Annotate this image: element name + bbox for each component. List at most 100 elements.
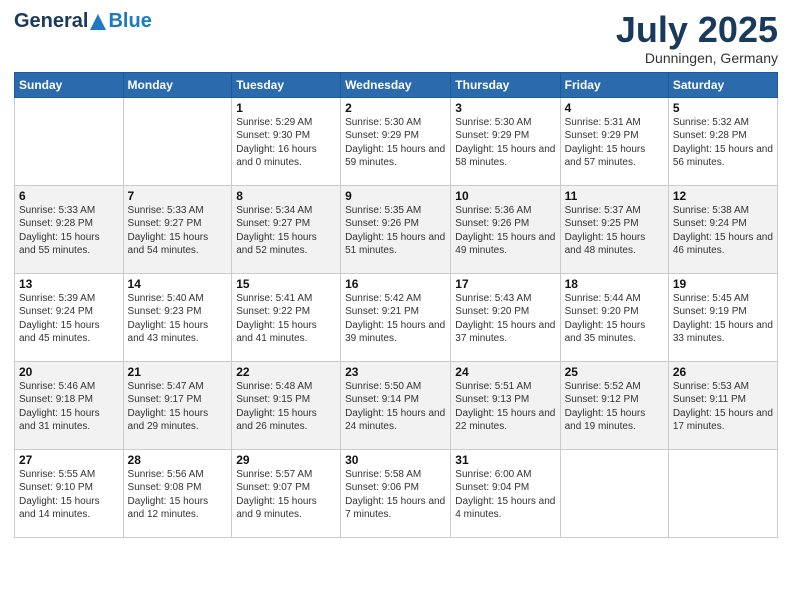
calendar-table: SundayMondayTuesdayWednesdayThursdayFrid… bbox=[14, 72, 778, 538]
day-number: 11 bbox=[565, 189, 664, 203]
logo: General Blue bbox=[14, 10, 152, 33]
calendar-cell: 6 Sunrise: 5:33 AMSunset: 9:28 PMDaylight… bbox=[15, 185, 124, 273]
calendar-cell: 16 Sunrise: 5:42 AMSunset: 9:21 PMDayligh… bbox=[341, 273, 451, 361]
calendar-cell: 7 Sunrise: 5:33 AMSunset: 9:27 PMDaylight… bbox=[123, 185, 232, 273]
day-info: Sunrise: 5:37 AMSunset: 9:25 PMDaylight:… bbox=[565, 205, 646, 257]
calendar-cell: 20 Sunrise: 5:46 AMSunset: 9:18 PMDayligh… bbox=[15, 361, 124, 449]
day-info: Sunrise: 5:29 AMSunset: 9:30 PMDaylight:… bbox=[236, 117, 317, 169]
calendar-cell: 10 Sunrise: 5:36 AMSunset: 9:26 PMDayligh… bbox=[451, 185, 560, 273]
calendar-cell: 24Sunrise: 5:51 AMSunset: 9:13 PMDayligh… bbox=[451, 361, 560, 449]
weekday-header-sunday: Sunday bbox=[15, 72, 124, 97]
day-info: Sunrise: 5:46 AMSunset: 9:18 PMDaylight:… bbox=[19, 381, 100, 433]
calendar-cell bbox=[15, 97, 124, 185]
page: General Blue July 2025 Dunningen, German… bbox=[0, 0, 792, 612]
calendar-cell: 26Sunrise: 5:53 AMSunset: 9:11 PMDayligh… bbox=[668, 361, 777, 449]
day-info: Sunrise: 5:30 AMSunset: 9:29 PMDaylight:… bbox=[345, 117, 445, 169]
day-number: 18 bbox=[565, 277, 664, 291]
day-info: Sunrise: 5:33 AMSunset: 9:28 PMDaylight:… bbox=[19, 205, 100, 257]
day-info: Sunrise: 5:55 AMSunset: 9:10 PMDaylight:… bbox=[19, 469, 100, 521]
day-number: 19 bbox=[673, 277, 773, 291]
logo-general: General bbox=[14, 10, 88, 33]
day-info: Sunrise: 5:33 AMSunset: 9:27 PMDaylight:… bbox=[128, 205, 209, 257]
day-number: 31 bbox=[455, 453, 555, 467]
day-number: 13 bbox=[19, 277, 119, 291]
day-info: Sunrise: 5:48 AMSunset: 9:15 PMDaylight:… bbox=[236, 381, 317, 433]
weekday-header-friday: Friday bbox=[560, 72, 668, 97]
calendar-cell: 21Sunrise: 5:47 AMSunset: 9:17 PMDayligh… bbox=[123, 361, 232, 449]
day-number: 14 bbox=[128, 277, 228, 291]
calendar-cell: 30Sunrise: 5:58 AMSunset: 9:06 PMDayligh… bbox=[341, 449, 451, 537]
day-number: 4 bbox=[565, 101, 664, 115]
calendar-cell: 31 Sunrise: 6:00 AMSunset: 9:04 PMDayligh… bbox=[451, 449, 560, 537]
day-info: Sunrise: 5:45 AMSunset: 9:19 PMDaylight:… bbox=[673, 293, 773, 345]
day-info: Sunrise: 5:36 AMSunset: 9:26 PMDaylight:… bbox=[455, 205, 555, 257]
day-number: 12 bbox=[673, 189, 773, 203]
weekday-header-saturday: Saturday bbox=[668, 72, 777, 97]
calendar-cell: 13 Sunrise: 5:39 AMSunset: 9:24 PMDayligh… bbox=[15, 273, 124, 361]
day-info: Sunrise: 5:35 AMSunset: 9:26 PMDaylight:… bbox=[345, 205, 445, 257]
title-area: July 2025 Dunningen, Germany bbox=[616, 10, 778, 66]
calendar-cell: 28 Sunrise: 5:56 AMSunset: 9:08 PMDayligh… bbox=[123, 449, 232, 537]
calendar-cell: 2 Sunrise: 5:30 AMSunset: 9:29 PMDaylight… bbox=[341, 97, 451, 185]
day-info: Sunrise: 5:57 AMSunset: 9:07 PMDaylight:… bbox=[236, 469, 317, 521]
day-number: 3 bbox=[455, 101, 555, 115]
calendar-cell: 22Sunrise: 5:48 AMSunset: 9:15 PMDayligh… bbox=[232, 361, 341, 449]
day-number: 29 bbox=[236, 453, 336, 467]
location: Dunningen, Germany bbox=[616, 50, 778, 66]
calendar-cell: 12 Sunrise: 5:38 AMSunset: 9:24 PMDayligh… bbox=[668, 185, 777, 273]
calendar-cell: 17Sunrise: 5:43 AMSunset: 9:20 PMDayligh… bbox=[451, 273, 560, 361]
calendar-cell: 14 Sunrise: 5:40 AMSunset: 9:23 PMDayligh… bbox=[123, 273, 232, 361]
day-number: 10 bbox=[455, 189, 555, 203]
calendar-cell: 27 Sunrise: 5:55 AMSunset: 9:10 PMDayligh… bbox=[15, 449, 124, 537]
day-number: 7 bbox=[128, 189, 228, 203]
header: General Blue July 2025 Dunningen, German… bbox=[14, 10, 778, 66]
calendar-cell: 5 Sunrise: 5:32 AMSunset: 9:28 PMDaylight… bbox=[668, 97, 777, 185]
day-number: 15 bbox=[236, 277, 336, 291]
calendar-cell: 8 Sunrise: 5:34 AMSunset: 9:27 PMDaylight… bbox=[232, 185, 341, 273]
day-number: 16 bbox=[345, 277, 446, 291]
calendar-cell: 23 Sunrise: 5:50 AMSunset: 9:14 PMDayligh… bbox=[341, 361, 451, 449]
day-info: Sunrise: 5:39 AMSunset: 9:24 PMDaylight:… bbox=[19, 293, 100, 345]
calendar-cell: 3Sunrise: 5:30 AMSunset: 9:29 PMDaylight… bbox=[451, 97, 560, 185]
day-number: 2 bbox=[345, 101, 446, 115]
calendar-cell: 25 Sunrise: 5:52 AMSunset: 9:12 PMDayligh… bbox=[560, 361, 668, 449]
weekday-header-thursday: Thursday bbox=[451, 72, 560, 97]
day-info: Sunrise: 5:56 AMSunset: 9:08 PMDaylight:… bbox=[128, 469, 209, 521]
calendar-cell bbox=[560, 449, 668, 537]
logo-wrap: General Blue bbox=[14, 10, 152, 33]
calendar-cell: 9 Sunrise: 5:35 AMSunset: 9:26 PMDaylight… bbox=[341, 185, 451, 273]
calendar-cell: 29 Sunrise: 5:57 AMSunset: 9:07 PMDayligh… bbox=[232, 449, 341, 537]
day-info: Sunrise: 5:44 AMSunset: 9:20 PMDaylight:… bbox=[565, 293, 646, 345]
day-number: 5 bbox=[673, 101, 773, 115]
day-number: 1 bbox=[236, 101, 336, 115]
day-info: Sunrise: 5:53 AMSunset: 9:11 PMDaylight:… bbox=[673, 381, 773, 433]
day-info: Sunrise: 5:52 AMSunset: 9:12 PMDaylight:… bbox=[565, 381, 646, 433]
month-title: July 2025 bbox=[616, 10, 778, 50]
day-info: Sunrise: 5:38 AMSunset: 9:24 PMDaylight:… bbox=[673, 205, 773, 257]
weekday-header-wednesday: Wednesday bbox=[341, 72, 451, 97]
day-number: 8 bbox=[236, 189, 336, 203]
day-number: 25 bbox=[565, 365, 664, 379]
calendar-cell bbox=[668, 449, 777, 537]
weekday-header-monday: Monday bbox=[123, 72, 232, 97]
calendar-cell: 1 Sunrise: 5:29 AMSunset: 9:30 PMDaylight… bbox=[232, 97, 341, 185]
day-number: 27 bbox=[19, 453, 119, 467]
calendar-cell: 18 Sunrise: 5:44 AMSunset: 9:20 PMDayligh… bbox=[560, 273, 668, 361]
day-info: Sunrise: 5:40 AMSunset: 9:23 PMDaylight:… bbox=[128, 293, 209, 345]
day-info: Sunrise: 5:50 AMSunset: 9:14 PMDaylight:… bbox=[345, 381, 445, 433]
day-number: 23 bbox=[345, 365, 446, 379]
weekday-header-tuesday: Tuesday bbox=[232, 72, 341, 97]
day-number: 20 bbox=[19, 365, 119, 379]
calendar-cell: 11 Sunrise: 5:37 AMSunset: 9:25 PMDayligh… bbox=[560, 185, 668, 273]
calendar-cell bbox=[123, 97, 232, 185]
day-number: 9 bbox=[345, 189, 446, 203]
calendar-cell: 4Sunrise: 5:31 AMSunset: 9:29 PMDaylight… bbox=[560, 97, 668, 185]
logo-blue: Blue bbox=[108, 10, 151, 33]
day-info: Sunrise: 6:00 AMSunset: 9:04 PMDaylight:… bbox=[455, 469, 555, 521]
day-number: 24 bbox=[455, 365, 555, 379]
day-info: Sunrise: 5:42 AMSunset: 9:21 PMDaylight:… bbox=[345, 293, 445, 345]
day-number: 6 bbox=[19, 189, 119, 203]
day-number: 28 bbox=[128, 453, 228, 467]
day-info: Sunrise: 5:34 AMSunset: 9:27 PMDaylight:… bbox=[236, 205, 317, 257]
day-info: Sunrise: 5:32 AMSunset: 9:28 PMDaylight:… bbox=[673, 117, 773, 169]
